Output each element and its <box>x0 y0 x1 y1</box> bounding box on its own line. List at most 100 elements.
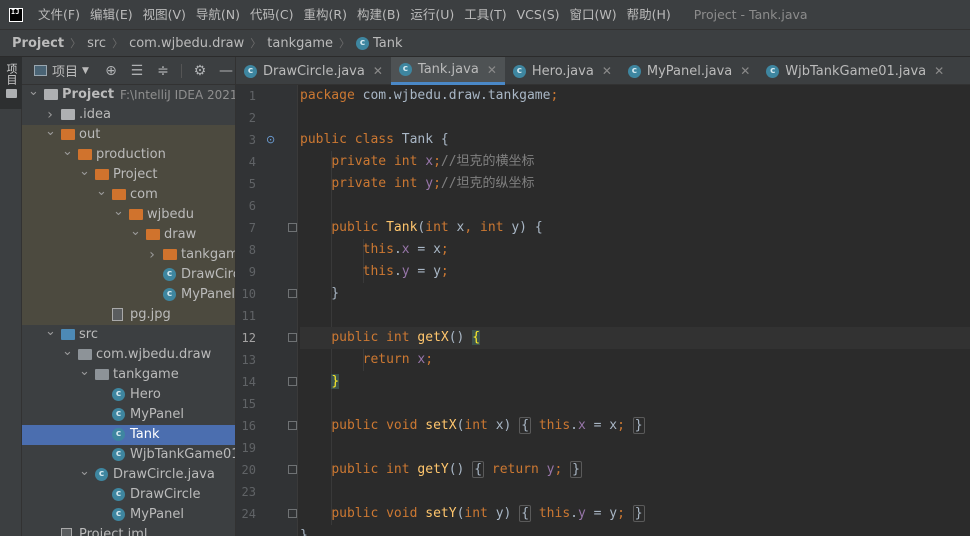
implemented-icon[interactable]: ⊙ <box>266 133 275 146</box>
fold-icon[interactable] <box>288 289 297 298</box>
code-line[interactable]: return x; <box>300 349 433 371</box>
menu-window[interactable]: 窗口(W) <box>565 0 622 29</box>
tree-node[interactable]: ⌄ tankgame <box>22 362 235 385</box>
tree-node[interactable]: ⌄ wjbedu <box>22 202 235 225</box>
menu-bar: IJ 文件(F) 编辑(E) 视图(V) 导航(N) 代码(C) 重构(R) 构… <box>0 0 970 29</box>
class-icon: c <box>112 508 125 521</box>
app-logo-icon[interactable]: IJ <box>9 7 23 22</box>
code-line[interactable]: public Tank(int x, int y) { <box>300 217 542 239</box>
close-icon[interactable]: ✕ <box>487 63 497 77</box>
fold-icon[interactable] <box>288 509 297 518</box>
fold-icon[interactable] <box>288 223 297 232</box>
menu-run[interactable]: 运行(U) <box>405 0 459 29</box>
close-icon[interactable]: ✕ <box>602 64 612 78</box>
tree-node[interactable]: ⌄ production <box>22 142 235 165</box>
tree-node[interactable]: ⌄ c DrawCircle.java <box>22 462 235 485</box>
chevron-down-icon[interactable]: ⌄ <box>28 82 39 102</box>
tree-node[interactable]: c MyPanel <box>22 505 235 525</box>
tree-node[interactable]: ⌄ src <box>22 322 235 345</box>
code-line[interactable]: public void setY(int y) { this.y = y; } <box>300 503 645 525</box>
menu-navigate[interactable]: 导航(N) <box>191 0 245 29</box>
package-icon <box>78 349 92 360</box>
tree-node[interactable]: c MyPanel <box>22 405 235 425</box>
menu-view[interactable]: 视图(V) <box>138 0 191 29</box>
menu-file[interactable]: 文件(F) <box>33 0 85 29</box>
tree-node[interactable]: c Hero <box>22 385 235 405</box>
code-line[interactable]: public int getX() { <box>300 327 970 349</box>
editor-tab[interactable]: c Hero.java ✕ <box>505 57 620 85</box>
project-view-selector[interactable]: 项目 ▼ <box>34 61 89 80</box>
tree-node[interactable]: ⌄ out <box>22 122 235 145</box>
menu-vcs[interactable]: VCS(S) <box>512 0 565 29</box>
editor-tab[interactable]: c Tank.java ✕ <box>390 57 505 85</box>
line-number: 16 <box>241 419 256 433</box>
class-icon: c <box>112 408 125 421</box>
settings-icon[interactable]: ⚙ <box>192 63 208 79</box>
expand-all-icon[interactable]: ☰ <box>129 63 145 79</box>
tree-node[interactable]: ⌄ draw <box>22 222 235 245</box>
code-line[interactable]: package com.wjbedu.draw.tankgame; <box>300 85 558 107</box>
fold-icon[interactable] <box>288 465 297 474</box>
tree-node[interactable]: c WjbTankGame01 <box>22 445 235 465</box>
menu-refactor[interactable]: 重构(R) <box>299 0 352 29</box>
chevron-down-icon[interactable]: ⌄ <box>113 202 124 222</box>
tree-node[interactable]: ⌄ com.wjbedu.draw <box>22 342 235 365</box>
code-line[interactable]: private int y;//坦克的纵坐标 <box>300 173 534 195</box>
breadcrumb-src[interactable]: src <box>87 36 106 51</box>
chevron-down-icon[interactable]: ⌄ <box>45 122 56 142</box>
code-line[interactable]: } <box>300 525 308 536</box>
tree-node[interactable]: c MyPanel <box>22 285 235 305</box>
breadcrumb-tankgame[interactable]: tankgame <box>267 36 333 51</box>
close-icon[interactable]: ✕ <box>934 64 944 78</box>
chevron-down-icon[interactable]: ⌄ <box>62 142 73 162</box>
code-line[interactable]: this.x = x; <box>300 239 449 261</box>
tree-node[interactable]: c DrawCircle <box>22 485 235 505</box>
line-number: 1 <box>248 89 256 103</box>
fold-icon[interactable] <box>288 421 297 430</box>
tree-node[interactable]: c DrawCircle <box>22 265 235 285</box>
editor-tab[interactable]: c DrawCircle.java ✕ <box>236 57 391 85</box>
code-line[interactable]: private int x;//坦克的横坐标 <box>300 151 534 173</box>
breadcrumb-tank[interactable]: Tank <box>373 36 403 51</box>
menu-build[interactable]: 构建(B) <box>352 0 405 29</box>
code-editor[interactable]: package com.wjbedu.draw.tankgame; public … <box>300 85 970 536</box>
window-title: Project - Tank.java <box>693 7 808 22</box>
tree-node[interactable]: › tankgame <box>22 245 235 265</box>
collapse-all-icon[interactable]: ≑ <box>155 63 171 79</box>
close-icon[interactable]: ✕ <box>740 64 750 78</box>
breadcrumb-package[interactable]: com.wjbedu.draw <box>129 36 244 51</box>
chevron-down-icon[interactable]: ⌄ <box>79 362 90 382</box>
tree-node[interactable]: c Tank <box>22 425 235 445</box>
close-icon[interactable]: ✕ <box>373 64 383 78</box>
fold-icon[interactable] <box>288 377 297 386</box>
code-line[interactable]: public int getY() { return y; } <box>300 459 582 481</box>
code-line[interactable]: this.y = y; <box>300 261 449 283</box>
hide-icon[interactable]: — <box>218 63 234 79</box>
chevron-down-icon[interactable]: ⌄ <box>45 322 56 342</box>
chevron-down-icon[interactable]: ⌄ <box>79 462 90 482</box>
code-line[interactable]: } <box>300 283 339 305</box>
editor-tab[interactable]: c WjbTankGame01.java ✕ <box>758 57 952 85</box>
menu-tools[interactable]: 工具(T) <box>459 0 511 29</box>
fold-icon[interactable] <box>288 333 297 342</box>
code-line[interactable]: public void setX(int x) { this.x = x; } <box>300 415 645 437</box>
chevron-down-icon[interactable]: ⌄ <box>79 162 90 182</box>
breadcrumb-project[interactable]: Project <box>12 36 64 51</box>
editor-tab[interactable]: c MyPanel.java ✕ <box>620 57 758 85</box>
tree-node[interactable]: ⌄ Project <box>22 162 235 185</box>
chevron-down-icon[interactable]: ⌄ <box>96 182 107 202</box>
chevron-right-icon[interactable]: › <box>147 245 157 265</box>
menu-code[interactable]: 代码(C) <box>245 0 298 29</box>
chevron-down-icon[interactable]: ⌄ <box>130 222 141 242</box>
tree-node[interactable]: ⌄ com <box>22 182 235 205</box>
tree-node[interactable]: ⌄ Project F:\IntelliJ IDEA 2021.3 <box>22 82 235 105</box>
editor-area: c DrawCircle.java ✕ c Tank.java ✕ c Hero.java ✕ c… <box>235 57 970 536</box>
tree-node[interactable]: Project.iml <box>22 525 235 536</box>
code-line[interactable]: public class Tank { <box>300 129 449 151</box>
project-tool-button[interactable]: 项目 <box>0 57 22 109</box>
locate-icon[interactable]: ⊕ <box>103 63 119 79</box>
menu-edit[interactable]: 编辑(E) <box>85 0 138 29</box>
code-line[interactable]: } <box>300 371 340 393</box>
chevron-down-icon[interactable]: ⌄ <box>62 342 73 362</box>
menu-help[interactable]: 帮助(H) <box>622 0 676 29</box>
